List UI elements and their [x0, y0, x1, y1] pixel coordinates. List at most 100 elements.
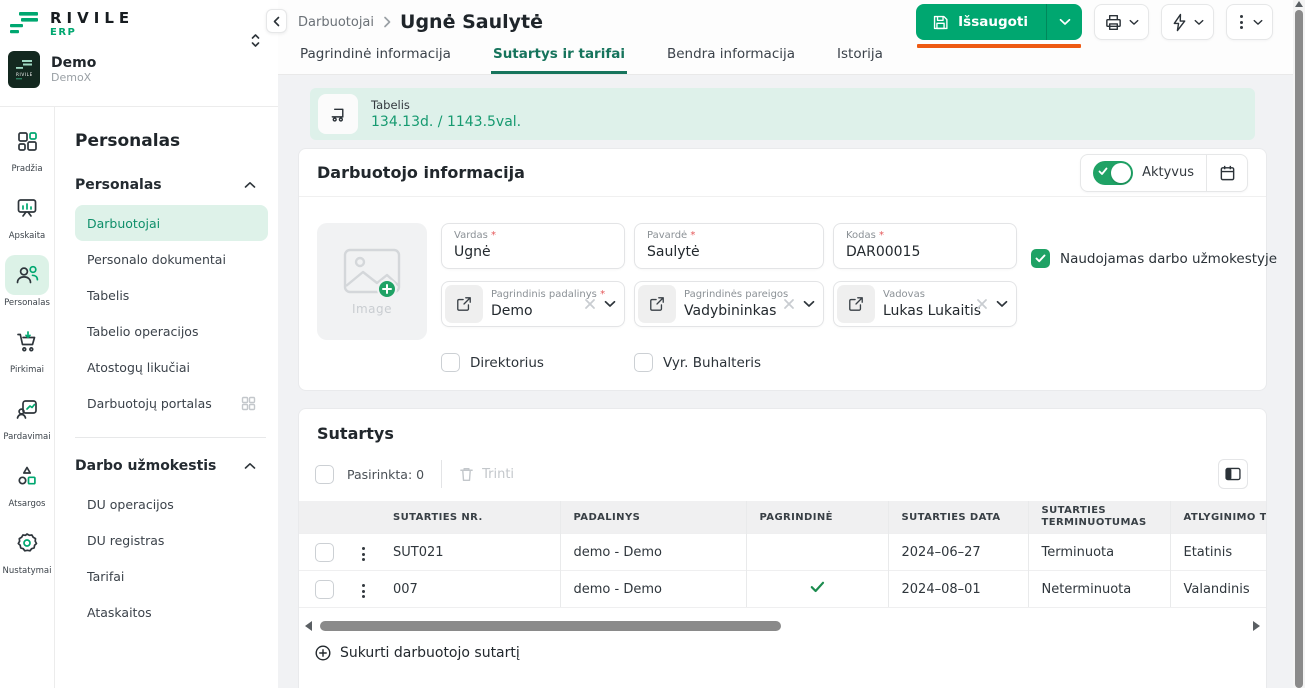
active-toggle[interactable]: Aktyvus [1081, 155, 1206, 191]
rail-item-pradzia[interactable]: Pradžia [2, 121, 52, 187]
checkbox-unchecked[interactable] [441, 353, 460, 372]
row-checkbox[interactable] [315, 543, 334, 562]
board-chart-icon [5, 188, 49, 228]
banner-value: 134.13d. / 1143.5val. [371, 113, 521, 131]
submenu: Personalas Personalas Darbuotojai Person… [55, 107, 278, 688]
checkbox-checked[interactable] [1031, 249, 1050, 268]
chevron-down-icon[interactable] [604, 300, 616, 308]
clear-icon[interactable] [783, 298, 795, 310]
sidebar-item-du-operacijos[interactable]: DU operacijos [75, 486, 268, 522]
sidebar-item-personalo-dokumentai[interactable]: Personalo dokumentai [75, 241, 268, 277]
external-link-icon[interactable] [837, 285, 875, 323]
scrollbar-thumb[interactable] [320, 621, 781, 631]
row-checkbox[interactable] [315, 580, 334, 599]
col-terminuotumas[interactable]: SUTARTIES TERMINUOTUMAS [1028, 501, 1170, 534]
vadovas-select[interactable]: Vadovas Lukas Lukaitis [833, 281, 1017, 327]
col-padalinys[interactable]: PADALINYS [560, 501, 746, 534]
add-photo-icon[interactable] [377, 279, 397, 299]
col-sutarties-data[interactable]: SUTARTIES DATA [888, 501, 1028, 534]
rail-item-pirkimai[interactable]: Pirkimai [2, 322, 52, 388]
sidebar-item-tabelis[interactable]: Tabelis [75, 277, 268, 313]
quick-actions-button[interactable] [1161, 4, 1214, 40]
sidebar-item-tabelio-operacijos[interactable]: Tabelio operacijos [75, 313, 268, 349]
gear-icon [5, 523, 49, 563]
sidebar-item-darbuotoju-portalas[interactable]: Darbuotojų portalas [75, 385, 268, 421]
company-name: Demo [51, 55, 96, 71]
direktorius-checkbox[interactable]: Direktorius [441, 353, 625, 372]
pavarde-field[interactable]: Pavardė Saulytė [634, 223, 824, 269]
printer-icon [1104, 13, 1123, 32]
delete-button[interactable]: Trinti [459, 466, 514, 482]
external-link-icon[interactable] [445, 285, 483, 323]
company-unfold-icon[interactable] [249, 32, 262, 49]
select-all-checkbox[interactable] [315, 465, 334, 484]
kebab-icon [1236, 13, 1247, 31]
vardas-field[interactable]: Vardas Ugnė [441, 223, 625, 269]
chevron-up-icon [244, 181, 256, 189]
banner-title: Tabelis [371, 98, 521, 113]
employee-photo-upload[interactable]: Image [317, 223, 427, 340]
save-button[interactable]: Išsaugoti [916, 4, 1082, 40]
vyr-buhalteris-checkbox[interactable]: Vyr. Buhalteris [634, 353, 824, 372]
tabelis-banner[interactable]: Tabelis 134.13d. / 1143.5val. [310, 88, 1255, 140]
rail-item-pardavimai[interactable]: Pardavimai [2, 389, 52, 455]
table-row[interactable]: SUT021 demo - Demo 2024–06–27 Terminuota… [299, 534, 1266, 571]
employee-info-card: Darbuotojo informacija Aktyvus [298, 148, 1267, 391]
row-menu-icon[interactable] [358, 543, 369, 565]
rail-item-atsargos[interactable]: Atsargos [2, 456, 52, 522]
chevron-down-icon [1194, 19, 1204, 26]
sidebar-collapse-button[interactable] [266, 9, 287, 33]
col-pagrindine[interactable]: PAGRINDINĖ [746, 501, 888, 534]
col-sutarties-nr[interactable]: SUTARTIES NR. [380, 501, 560, 534]
date-picker-button[interactable] [1207, 155, 1247, 191]
chevron-down-icon[interactable] [996, 300, 1008, 308]
print-button[interactable] [1094, 4, 1149, 40]
section-personalas[interactable]: Personalas [75, 171, 268, 199]
clear-icon[interactable] [584, 298, 596, 310]
sidebar-item-darbuotojai[interactable]: Darbuotojai [75, 205, 268, 241]
kodas-field[interactable]: Kodas DAR00015 [833, 223, 1017, 269]
horizontal-scrollbar[interactable] [305, 620, 1260, 632]
tab-istorija[interactable]: Istorija [835, 44, 885, 74]
sidebar-item-ataskaitos[interactable]: Ataskaitos [75, 594, 268, 630]
brand-logo[interactable]: RIVILE ERP [8, 10, 268, 39]
table-row[interactable]: 007 demo - Demo 2024–08–01 Neterminuota … [299, 571, 1266, 608]
sidebar-item-du-registras[interactable]: DU registras [75, 522, 268, 558]
toggle-switch[interactable] [1093, 161, 1133, 185]
image-placeholder-label: Image [352, 302, 392, 316]
company-avatar: RIVILE [8, 51, 40, 88]
row-menu-icon[interactable] [358, 580, 369, 602]
module-rail: Pradžia Apskaita [0, 107, 55, 688]
chevron-down-icon [1129, 19, 1139, 26]
naudojamas-checkbox[interactable]: Naudojamas darbo užmokestyje [1031, 236, 1277, 268]
rail-item-personalas[interactable]: Personalas [2, 255, 52, 321]
rail-item-nustatymai[interactable]: Nustatymai [2, 523, 52, 589]
scroll-up-icon[interactable] [1295, 1, 1303, 7]
tab-pagrindine-informacija[interactable]: Pagrindinė informacija [298, 44, 453, 74]
external-link-icon[interactable] [638, 285, 676, 323]
submenu-title: Personalas [75, 131, 268, 151]
tab-sutartys-ir-tarifai[interactable]: Sutartys ir tarifai [491, 44, 627, 74]
scroll-right-icon[interactable] [1253, 621, 1260, 631]
checkbox-unchecked[interactable] [634, 353, 653, 372]
scrollbar-thumb[interactable] [1295, 10, 1303, 688]
create-contract-button[interactable]: Sukurti darbuotojo sutartį [299, 632, 1266, 674]
section-darbo-uzmokestis[interactable]: Darbo užmokestis [75, 452, 268, 480]
pareigos-select[interactable]: Pagrindinės pareigos Vadybininkas [634, 281, 824, 327]
clear-icon[interactable] [976, 298, 988, 310]
company-selector[interactable]: RIVILE Demo DemoX [8, 51, 268, 88]
more-menu-button[interactable] [1226, 4, 1273, 40]
scroll-left-icon[interactable] [305, 621, 312, 631]
sidebar-item-tarifai[interactable]: Tarifai [75, 558, 268, 594]
save-dropdown-button[interactable] [1047, 18, 1082, 26]
padalinys-select[interactable]: Pagrindinis padalinys Demo [441, 281, 625, 327]
breadcrumb[interactable]: Darbuotojai [298, 15, 374, 30]
col-atlyginimo-tipas[interactable]: ATLYGINIMO TIPAS [1170, 501, 1266, 534]
pagrindine-cell [746, 571, 888, 608]
column-settings-button[interactable] [1218, 459, 1248, 489]
vertical-scrollbar[interactable] [1293, 0, 1305, 688]
rail-item-apskaita[interactable]: Apskaita [2, 188, 52, 254]
chevron-down-icon[interactable] [803, 300, 815, 308]
sidebar-item-atostogu-likuciai[interactable]: Atostogų likučiai [75, 349, 268, 385]
tab-bendra-informacija[interactable]: Bendra informacija [665, 44, 797, 74]
